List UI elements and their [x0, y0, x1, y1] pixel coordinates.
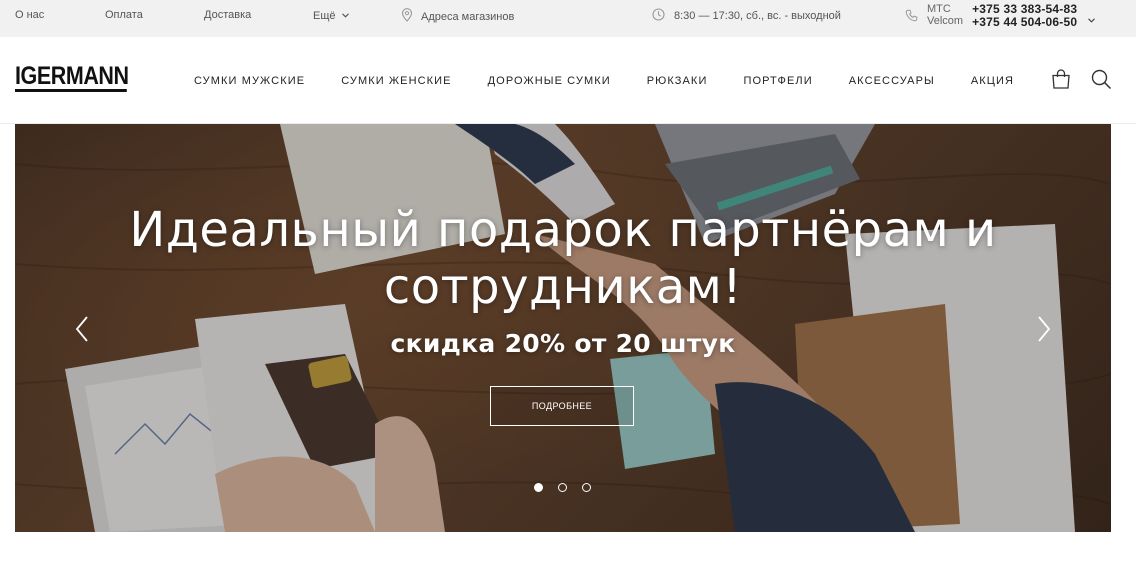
hero-title-line-1: Идеальный подарок партнёрам и — [129, 202, 997, 258]
phone-icon — [905, 9, 918, 27]
slide-dot-1[interactable] — [534, 483, 543, 492]
payment-link[interactable]: Оплата — [105, 9, 143, 21]
slide-dot-3[interactable] — [582, 483, 591, 492]
logo[interactable]: IGERMANN — [15, 62, 129, 95]
slide-dot-2[interactable] — [558, 483, 567, 492]
working-hours: 8:30 — 17:30, сб., вс. - выходной — [652, 8, 841, 24]
top-info-bar: О нас Оплата Доставка Ещё Адреса магазин… — [0, 0, 1136, 37]
operator-velcom: Velcom — [927, 15, 964, 27]
hero-title: Идеальный подарок партнёрам и сотрудника… — [15, 202, 1111, 316]
nav-item-travel-bags[interactable]: ДОРОЖНЫЕ СУМКИ — [488, 75, 611, 87]
store-addresses-link[interactable]: Адреса магазинов — [401, 8, 514, 25]
phone-operators: МТС Velcom — [927, 3, 963, 27]
phone-contacts[interactable]: МТС Velcom +375 33 383-54-83 +375 44 504… — [905, 3, 1096, 29]
logo-text: IGERMANN — [15, 62, 129, 92]
location-pin-icon — [401, 8, 413, 25]
search-icon[interactable] — [1090, 68, 1112, 90]
more-label: Ещё — [313, 10, 336, 22]
working-hours-text: 8:30 — 17:30, сб., вс. - выходной — [674, 10, 841, 22]
nav-item-women-bags[interactable]: СУМКИ ЖЕНСКИЕ — [341, 75, 451, 87]
more-details-button[interactable]: ПОДРОБНЕЕ — [490, 386, 634, 426]
hero-overlay — [15, 124, 1111, 532]
nav-item-accessories[interactable]: АКСЕССУАРЫ — [849, 75, 935, 87]
hero-subtitle: скидка 20% от 20 штук — [390, 329, 736, 358]
main-nav: СУМКИ МУЖСКИЕ СУМКИ ЖЕНСКИЕ ДОРОЖНЫЕ СУМ… — [194, 75, 1014, 87]
shopping-bag-icon[interactable] — [1050, 68, 1072, 90]
chevron-left-icon[interactable] — [73, 314, 93, 344]
phone-numbers: +375 33 383-54-83 +375 44 504-06-50 — [972, 3, 1077, 29]
chevron-down-icon — [341, 9, 349, 21]
nav-item-men-bags[interactable]: СУМКИ МУЖСКИЕ — [194, 75, 305, 87]
main-header: IGERMANN СУМКИ МУЖСКИЕ СУМКИ ЖЕНСКИЕ ДОР… — [0, 37, 1136, 124]
phone-number-velcom[interactable]: +375 44 504-06-50 — [972, 16, 1077, 29]
clock-icon — [652, 8, 665, 24]
nav-item-sale[interactable]: АКЦИЯ — [971, 75, 1014, 87]
operator-mts: МТС — [927, 3, 951, 15]
nav-item-backpacks[interactable]: РЮКЗАКИ — [647, 75, 708, 87]
nav-item-briefcases[interactable]: ПОРТФЕЛИ — [743, 75, 812, 87]
hero-title-line-2: сотрудникам! — [383, 259, 743, 315]
delivery-link[interactable]: Доставка — [204, 9, 251, 21]
store-addresses-label: Адреса магазинов — [421, 10, 515, 23]
chevron-right-icon[interactable] — [1033, 314, 1053, 344]
slider-pagination — [534, 483, 591, 492]
hero-slider: Идеальный подарок партнёрам и сотрудника… — [15, 124, 1111, 532]
about-link[interactable]: О нас — [15, 9, 44, 21]
more-dropdown[interactable]: Ещё — [313, 9, 349, 22]
chevron-down-icon[interactable] — [1088, 10, 1096, 28]
